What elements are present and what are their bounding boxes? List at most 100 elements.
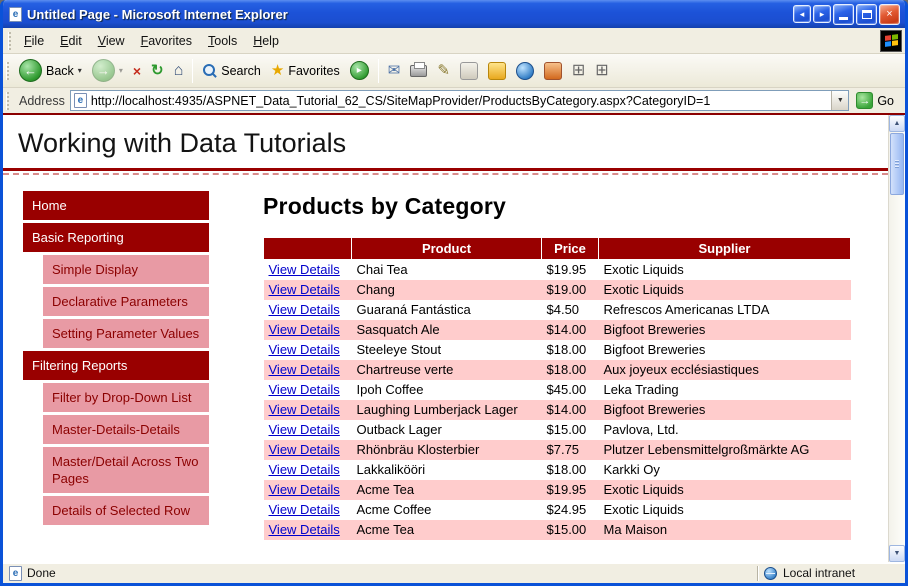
address-grip[interactable] [6, 91, 9, 110]
close-button[interactable]: × [879, 3, 900, 25]
discuss-icon [459, 61, 478, 80]
go-button[interactable]: → Go [854, 91, 899, 110]
status-divider [757, 565, 759, 581]
address-dropdown-button[interactable]: ▼ [831, 91, 849, 110]
supplier-cell: Exotic Liquids [603, 282, 684, 297]
search-button[interactable]: Search [197, 60, 266, 81]
home-button[interactable]: ⌂ [169, 60, 189, 82]
address-field: e ▼ [69, 90, 850, 111]
menu-edit[interactable]: Edit [52, 31, 90, 51]
menu-help[interactable]: Help [245, 31, 287, 51]
minimize-button[interactable] [833, 3, 854, 25]
menu-bar: File Edit View Favorites Tools Help [3, 28, 905, 54]
mail-button[interactable]: ✉ [383, 60, 406, 81]
view-details-link[interactable]: View Details [269, 362, 340, 377]
price-cell: $15.00 [546, 522, 587, 537]
price-cell: $45.00 [546, 382, 587, 397]
sidebar-item-master-detail-two-pages[interactable]: Master/Detail Across Two Pages [43, 447, 209, 493]
back-button[interactable]: ← Back ▾ [14, 56, 87, 85]
edit-button[interactable]: ✎ [432, 60, 455, 81]
table-row: View Details Rhönbräu Klosterbier $7.75 … [263, 439, 851, 460]
print-button[interactable] [405, 61, 432, 80]
stop-button[interactable]: × [128, 61, 146, 81]
table-row: View Details Guaraná Fantástica $4.50 Re… [264, 300, 851, 320]
view-details-link[interactable]: View Details [269, 402, 340, 417]
sidebar-item-details-of-selected-row[interactable]: Details of Selected Row [43, 496, 209, 525]
title-extra-button-2[interactable]: ▸ [813, 5, 831, 23]
site-header-title: Working with Data Tutorials [18, 128, 347, 158]
sidebar-item-home[interactable]: Home [23, 191, 209, 220]
sidebar-item-simple-display[interactable]: Simple Display [43, 255, 209, 284]
go-label: Go [877, 93, 894, 108]
price-cell: $4.50 [546, 302, 580, 317]
browser-window: e Untitled Page - Microsoft Internet Exp… [0, 0, 908, 586]
favorites-label: Favorites [288, 63, 340, 78]
menu-view[interactable]: View [90, 31, 133, 51]
supplier-cell: Bigfoot Breweries [603, 322, 706, 337]
ie-window-icon: e [9, 6, 22, 22]
sidebar-item-filtering-reports[interactable]: Filtering Reports [23, 351, 209, 380]
mail-icon: ✉ [387, 62, 401, 79]
title-bar: e Untitled Page - Microsoft Internet Exp… [3, 0, 905, 28]
scroll-down-button[interactable]: ▼ [889, 545, 905, 562]
view-details-link[interactable]: View Details [269, 462, 340, 477]
sidebar-item-declarative-parameters[interactable]: Declarative Parameters [43, 287, 209, 316]
table-row: View Details Steeleye Stout $18.00 Bigfo… [264, 340, 851, 360]
view-details-link[interactable]: View Details [269, 262, 340, 277]
view-details-link[interactable]: View Details [269, 382, 340, 397]
price-cell: $19.95 [546, 482, 587, 497]
extra-tool-button-3[interactable]: ⊞ [567, 60, 590, 82]
status-text: Done [27, 566, 56, 580]
refresh-icon: ↻ [151, 62, 164, 79]
address-input[interactable] [90, 92, 828, 109]
discuss-button[interactable] [455, 59, 483, 83]
extra-tool-button-1[interactable] [511, 59, 539, 83]
header-cell-supplier: Supplier [598, 237, 851, 260]
scrollbar-thumb[interactable] [890, 133, 904, 195]
view-details-link[interactable]: View Details [269, 302, 340, 317]
supplier-cell: Karkki Oy [603, 462, 660, 477]
menu-file[interactable]: File [16, 31, 52, 51]
back-icon: ← [19, 59, 42, 82]
view-details-link[interactable]: View Details [269, 482, 340, 497]
menu-grip[interactable] [8, 31, 11, 50]
view-details-link[interactable]: View Details [269, 422, 340, 437]
price-cell: $15.00 [546, 422, 587, 437]
sidebar-item-filter-by-dropdown-list[interactable]: Filter by Drop-Down List [43, 383, 209, 412]
media-button[interactable]: ▸ [345, 58, 374, 83]
title-extra-button-1[interactable]: ◂ [793, 5, 811, 23]
view-details-link[interactable]: View Details [269, 522, 340, 537]
toolbar-grip[interactable] [6, 61, 9, 80]
extra-tool-button-4[interactable]: ⊞ [590, 60, 613, 82]
sidebar-item-master-details-details[interactable]: Master-Details-Details [43, 415, 209, 444]
view-details-link[interactable]: View Details [269, 502, 340, 517]
favorites-button[interactable]: ★ Favorites [266, 60, 345, 81]
close-icon: × [886, 7, 893, 20]
menu-tools[interactable]: Tools [200, 31, 245, 51]
extra-tool-button-2[interactable] [539, 59, 567, 83]
forward-button[interactable]: → ▾ [87, 56, 128, 85]
scroll-up-button[interactable]: ▲ [889, 115, 905, 132]
view-details-link[interactable]: View Details [269, 342, 340, 357]
table-row: View Details Sasquatch Ale $14.00 Bigfoo… [263, 319, 851, 340]
maximize-button[interactable] [856, 3, 877, 25]
messenger-button[interactable] [483, 59, 511, 83]
menu-favorites[interactable]: Favorites [133, 31, 200, 51]
back-label: Back [46, 63, 74, 78]
search-label: Search [221, 63, 261, 78]
sidebar-item-basic-reporting[interactable]: Basic Reporting [23, 223, 209, 252]
view-details-link[interactable]: View Details [269, 442, 340, 457]
table-row: View Details Chang $19.00 Exotic Liquids [263, 279, 851, 300]
price-cell: $19.00 [546, 282, 587, 297]
price-cell: $18.00 [546, 462, 587, 477]
product-cell: Steeleye Stout [356, 342, 442, 357]
view-details-link[interactable]: View Details [269, 282, 340, 297]
products-table: Product Price Supplier View Details Chai… [263, 237, 851, 540]
view-details-link[interactable]: View Details [269, 322, 340, 337]
table-row: View Details Laughing Lumberjack Lager $… [263, 399, 851, 420]
scrollbar-track[interactable] [889, 196, 905, 545]
header-cell-price: Price [541, 237, 599, 260]
sidebar-item-setting-parameter-values[interactable]: Setting Parameter Values [43, 319, 209, 348]
address-bar: Address e ▼ → Go [3, 88, 905, 113]
refresh-button[interactable]: ↻ [146, 60, 169, 81]
